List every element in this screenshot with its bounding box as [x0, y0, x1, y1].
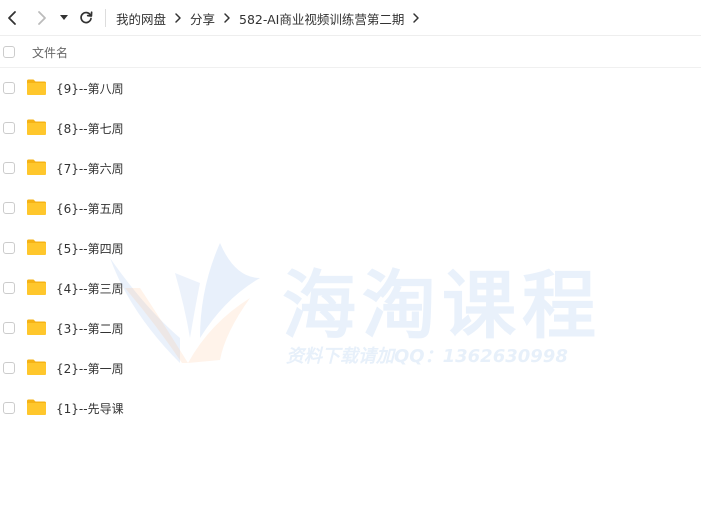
row-checkbox[interactable] [3, 202, 15, 214]
list-item[interactable]: {1}--先导课 [0, 388, 701, 428]
back-button[interactable] [2, 8, 22, 28]
row-checkbox[interactable] [3, 162, 15, 174]
forward-arrow-icon [38, 11, 46, 25]
file-name[interactable]: {1}--先导课 [56, 400, 124, 417]
folder-icon [27, 359, 46, 375]
history-dropdown-button[interactable] [56, 8, 72, 28]
file-name[interactable]: {2}--第一周 [56, 360, 124, 377]
folder-icon [27, 199, 46, 215]
navigation-bar: 我的网盘 分享 582-AI商业视频训练营第二期 [0, 0, 701, 36]
list-item[interactable]: {7}--第六周 [0, 148, 701, 188]
chevron-right-icon[interactable] [404, 11, 428, 25]
file-browser-window: 我的网盘 分享 582-AI商业视频训练营第二期 文件名 {9}--第八周 {8… [0, 0, 701, 527]
column-header-filename[interactable]: 文件名 [32, 44, 68, 61]
caret-down-icon [60, 15, 68, 20]
breadcrumb: 我的网盘 分享 582-AI商业视频训练营第二期 [116, 0, 428, 36]
list-item[interactable]: {5}--第四周 [0, 228, 701, 268]
list-item[interactable]: {4}--第三周 [0, 268, 701, 308]
folder-icon [27, 159, 46, 175]
folder-icon [27, 279, 46, 295]
row-checkbox[interactable] [3, 322, 15, 334]
list-item[interactable]: {8}--第七周 [0, 108, 701, 148]
file-name[interactable]: {6}--第五周 [56, 200, 124, 217]
row-checkbox[interactable] [3, 362, 15, 374]
list-item[interactable]: {9}--第八周 [0, 68, 701, 108]
file-name[interactable]: {4}--第三周 [56, 280, 124, 297]
breadcrumb-item-my-drive[interactable]: 我的网盘 [116, 9, 166, 28]
row-checkbox[interactable] [3, 242, 15, 254]
list-item[interactable]: {3}--第二周 [0, 308, 701, 348]
breadcrumb-item-share[interactable]: 分享 [190, 9, 215, 28]
file-name[interactable]: {9}--第八周 [56, 80, 124, 97]
file-name[interactable]: {3}--第二周 [56, 320, 124, 337]
file-list: {9}--第八周 {8}--第七周 {7}--第六周 {6}--第五周 {5}-… [0, 68, 701, 428]
folder-icon [27, 239, 46, 255]
file-name[interactable]: {7}--第六周 [56, 160, 124, 177]
forward-button[interactable] [32, 8, 52, 28]
refresh-icon [80, 11, 93, 24]
folder-icon [27, 119, 46, 135]
folder-icon [27, 79, 46, 95]
back-arrow-icon [8, 11, 16, 25]
row-checkbox[interactable] [3, 402, 15, 414]
list-item[interactable]: {2}--第一周 [0, 348, 701, 388]
chevron-right-icon [166, 11, 190, 25]
file-name[interactable]: {8}--第七周 [56, 120, 124, 137]
file-name[interactable]: {5}--第四周 [56, 240, 124, 257]
row-checkbox[interactable] [3, 122, 15, 134]
folder-icon [27, 319, 46, 335]
row-checkbox[interactable] [3, 82, 15, 94]
list-item[interactable]: {6}--第五周 [0, 188, 701, 228]
list-header: 文件名 [0, 37, 701, 68]
folder-icon [27, 399, 46, 415]
nav-divider [105, 9, 106, 27]
select-all-checkbox[interactable] [3, 46, 15, 58]
chevron-right-icon [215, 11, 239, 25]
refresh-button[interactable] [76, 8, 96, 28]
breadcrumb-item-current-folder[interactable]: 582-AI商业视频训练营第二期 [239, 9, 404, 28]
row-checkbox[interactable] [3, 282, 15, 294]
